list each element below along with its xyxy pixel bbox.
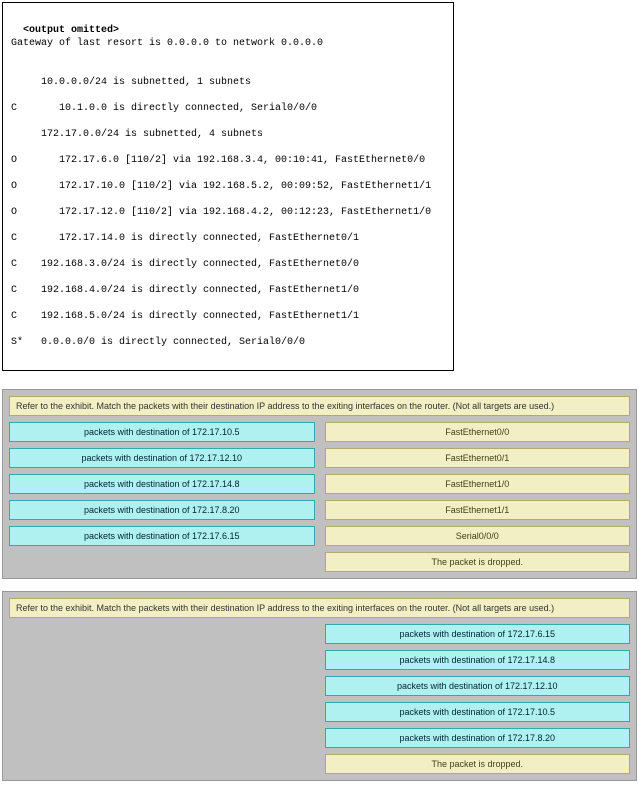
packet-chip[interactable]: packets with destination of 172.17.12.10 <box>9 448 315 468</box>
output-title: <output omitted> <box>23 25 119 36</box>
terminal-line: O 172.17.12.0 [110/2] via 192.168.4.2, 0… <box>11 206 445 219</box>
instruction-text: Refer to the exhibit. Match the packets … <box>9 598 630 618</box>
matching-panel-1: Refer to the exhibit. Match the packets … <box>2 389 637 579</box>
terminal-line: O 172.17.10.0 [110/2] via 192.168.5.2, 0… <box>11 180 445 193</box>
target-column: FastEthernet0/0 FastEthernet0/1 FastEthe… <box>325 422 631 572</box>
packet-chip[interactable]: packets with destination of 172.17.14.8 <box>9 474 315 494</box>
interface-target[interactable]: The packet is dropped. <box>325 552 631 572</box>
terminal-line: C 172.17.14.0 is directly connected, Fas… <box>11 232 445 245</box>
target-column: packets with destination of 172.17.6.15 … <box>325 624 631 774</box>
interface-target[interactable]: Serial0/0/0 <box>325 526 631 546</box>
interface-target[interactable]: FastEthernet1/1 <box>325 500 631 520</box>
interface-target[interactable]: FastEthernet0/0 <box>325 422 631 442</box>
packet-chip[interactable]: packets with destination of 172.17.12.10 <box>325 676 631 696</box>
terminal-line: O 172.17.6.0 [110/2] via 192.168.3.4, 00… <box>11 154 445 167</box>
source-column-empty <box>9 624 315 774</box>
interface-target[interactable]: FastEthernet0/1 <box>325 448 631 468</box>
interface-target[interactable]: The packet is dropped. <box>325 754 631 774</box>
interface-target[interactable]: FastEthernet1/0 <box>325 474 631 494</box>
terminal-line: C 192.168.3.0/24 is directly connected, … <box>11 258 445 271</box>
packet-chip[interactable]: packets with destination of 172.17.6.15 <box>325 624 631 644</box>
terminal-line: Gateway of last resort is 0.0.0.0 to net… <box>11 37 445 50</box>
terminal-line: C 192.168.4.0/24 is directly connected, … <box>11 284 445 297</box>
routing-table-output: <output omitted> Gateway of last resort … <box>2 2 454 371</box>
packet-chip[interactable]: packets with destination of 172.17.14.8 <box>325 650 631 670</box>
instruction-text: Refer to the exhibit. Match the packets … <box>9 396 630 416</box>
terminal-line: C 192.168.5.0/24 is directly connected, … <box>11 310 445 323</box>
terminal-line: 172.17.0.0/24 is subnetted, 4 subnets <box>11 128 445 141</box>
terminal-line: 10.0.0.0/24 is subnetted, 1 subnets <box>11 76 445 89</box>
packet-chip[interactable]: packets with destination of 172.17.10.5 <box>9 422 315 442</box>
packet-chip[interactable]: packets with destination of 172.17.10.5 <box>325 702 631 722</box>
packet-chip[interactable]: packets with destination of 172.17.6.15 <box>9 526 315 546</box>
packet-chip[interactable]: packets with destination of 172.17.8.20 <box>325 728 631 748</box>
terminal-line: S* 0.0.0.0/0 is directly connected, Seri… <box>11 336 445 349</box>
packet-chip[interactable]: packets with destination of 172.17.8.20 <box>9 500 315 520</box>
source-column: packets with destination of 172.17.10.5 … <box>9 422 315 572</box>
terminal-line: C 10.1.0.0 is directly connected, Serial… <box>11 102 445 115</box>
matching-panel-2: Refer to the exhibit. Match the packets … <box>2 591 637 781</box>
